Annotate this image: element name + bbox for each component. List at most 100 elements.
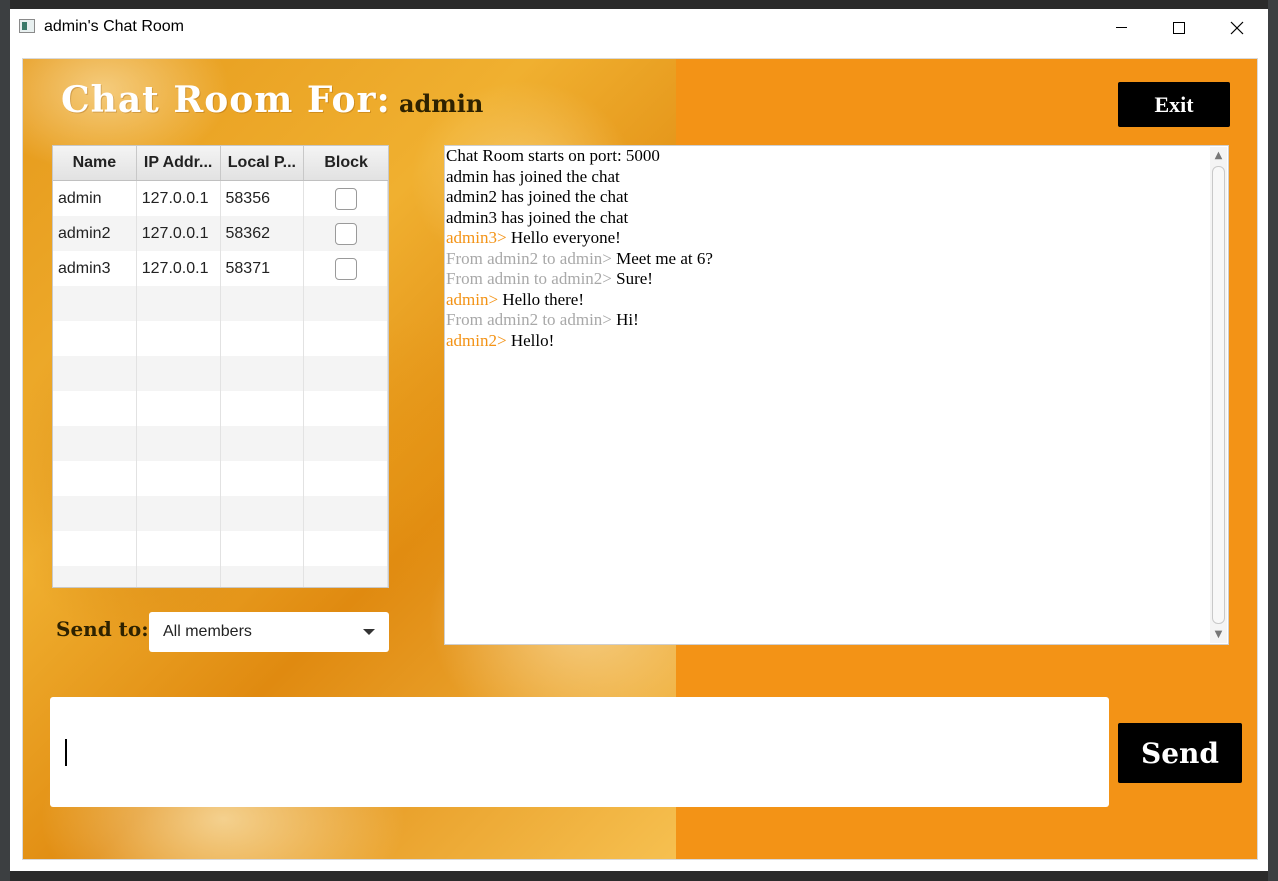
message-text: Hello everyone! xyxy=(510,228,621,247)
message-sender-prefix: From admin to admin2> xyxy=(446,269,617,288)
member-ip-cell: 127.0.0.1 xyxy=(137,251,221,286)
chat-message: admin2 has joined the chat xyxy=(446,187,1206,208)
column-header-name[interactable]: Name xyxy=(53,146,137,180)
chat-room-window: admin's Chat Room Chat Room For: admin E… xyxy=(10,9,1268,871)
table-row xyxy=(53,461,388,496)
close-icon xyxy=(1230,21,1244,34)
member-port-cell xyxy=(221,391,305,426)
table-row xyxy=(53,531,388,566)
member-port-cell xyxy=(221,566,305,587)
table-row[interactable]: admin3 127.0.0.1 58371 xyxy=(53,251,388,286)
members-table[interactable]: Name IP Addr... Local P... Block admin 12… xyxy=(52,145,389,588)
message-text: Sure! xyxy=(616,269,653,288)
member-ip-cell xyxy=(137,496,221,531)
table-row[interactable]: admin 127.0.0.1 58356 xyxy=(53,181,388,216)
member-name-cell xyxy=(53,321,137,356)
message-text: admin2 has joined the chat xyxy=(446,187,629,206)
table-row xyxy=(53,286,388,321)
chat-message: From admin2 to admin> Meet me at 6? xyxy=(446,249,1206,270)
member-port-cell xyxy=(221,461,305,496)
member-block-cell xyxy=(304,321,388,356)
member-block-cell xyxy=(304,426,388,461)
message-text: Hello! xyxy=(510,330,555,350)
window-title: admin's Chat Room xyxy=(44,18,184,35)
member-port-cell xyxy=(221,426,305,461)
chat-scrollbar[interactable]: ▲ ▼ xyxy=(1210,147,1227,643)
chevron-down-icon xyxy=(363,629,375,635)
scroll-up-icon[interactable]: ▲ xyxy=(1210,147,1227,164)
title-bar: admin's Chat Room xyxy=(10,9,1268,46)
column-header-block[interactable]: Block xyxy=(304,146,388,180)
message-text: admin3 has joined the chat xyxy=(446,207,629,227)
app-icon xyxy=(19,19,35,33)
message-text: admin has joined the chat xyxy=(446,166,620,186)
chat-message: From admin to admin2> Sure! xyxy=(446,269,1206,290)
send-button[interactable]: Send xyxy=(1118,723,1242,783)
desktop-background-right xyxy=(1268,0,1278,881)
page-title: Chat Room For: xyxy=(61,79,391,121)
chat-message: From admin2 to admin> Hi! xyxy=(446,310,1206,331)
member-port-cell xyxy=(221,286,305,321)
text-caret xyxy=(65,739,67,766)
desktop-background-left xyxy=(0,0,10,881)
member-name-cell xyxy=(53,461,137,496)
member-ip-cell xyxy=(137,356,221,391)
member-block-cell xyxy=(304,461,388,496)
member-port-cell: 58371 xyxy=(221,251,305,286)
member-name-cell xyxy=(53,496,137,531)
member-name-cell xyxy=(53,426,137,461)
column-header-port[interactable]: Local P... xyxy=(221,146,305,180)
member-ip-cell xyxy=(137,461,221,496)
member-name-cell xyxy=(53,356,137,391)
member-name-cell xyxy=(53,391,137,426)
chat-message: admin> Hello there! xyxy=(446,290,1206,311)
exit-button[interactable]: Exit xyxy=(1118,82,1230,127)
table-row xyxy=(53,321,388,356)
table-row[interactable]: admin2 127.0.0.1 58362 xyxy=(53,216,388,251)
member-block-cell xyxy=(304,566,388,587)
message-text: Meet me at 6? xyxy=(616,248,713,268)
member-name-cell xyxy=(53,566,137,587)
close-button[interactable] xyxy=(1208,9,1266,46)
block-checkbox[interactable] xyxy=(334,257,357,280)
scroll-thumb[interactable] xyxy=(1212,166,1225,624)
message-sender-prefix: admin> xyxy=(446,289,503,309)
member-block-cell xyxy=(304,181,388,216)
member-ip-cell xyxy=(137,286,221,321)
block-checkbox[interactable] xyxy=(334,187,357,210)
table-row xyxy=(53,496,388,531)
member-block-cell xyxy=(304,251,388,286)
member-port-cell: 58356 xyxy=(221,181,305,216)
column-header-ip[interactable]: IP Addr... xyxy=(137,146,221,180)
member-block-cell xyxy=(304,496,388,531)
member-name-cell xyxy=(53,531,137,566)
member-port-cell xyxy=(221,321,305,356)
member-ip-cell xyxy=(137,426,221,461)
message-sender-prefix: From admin2 to admin> xyxy=(446,310,617,329)
chat-log[interactable]: Chat Room starts on port: 5000 admin has … xyxy=(444,145,1229,645)
message-input[interactable] xyxy=(50,697,1109,807)
member-block-cell xyxy=(304,356,388,391)
message-text: Hello there! xyxy=(502,289,584,309)
member-block-cell xyxy=(304,531,388,566)
member-ip-cell: 127.0.0.1 xyxy=(137,181,221,216)
member-name-cell: admin xyxy=(53,181,137,216)
member-name-cell: admin3 xyxy=(53,251,137,286)
member-port-cell xyxy=(221,496,305,531)
table-row xyxy=(53,426,388,461)
member-ip-cell xyxy=(137,566,221,587)
minimize-button[interactable] xyxy=(1092,9,1150,46)
member-ip-cell: 127.0.0.1 xyxy=(137,216,221,251)
message-sender-prefix: admin3> xyxy=(446,228,511,247)
member-name-cell xyxy=(53,286,137,321)
member-port-cell xyxy=(221,531,305,566)
maximize-button[interactable] xyxy=(1150,9,1208,46)
block-checkbox[interactable] xyxy=(334,222,357,245)
table-body: admin 127.0.0.1 58356 admin2 127.0.0.1 58362 a… xyxy=(53,181,388,587)
scroll-down-icon[interactable]: ▼ xyxy=(1210,626,1227,643)
table-row xyxy=(53,391,388,426)
send-to-selected-value: All members xyxy=(163,623,252,640)
message-sender-prefix: From admin2 to admin> xyxy=(446,248,617,268)
member-ip-cell xyxy=(137,391,221,426)
send-to-select[interactable]: All members xyxy=(149,612,389,652)
